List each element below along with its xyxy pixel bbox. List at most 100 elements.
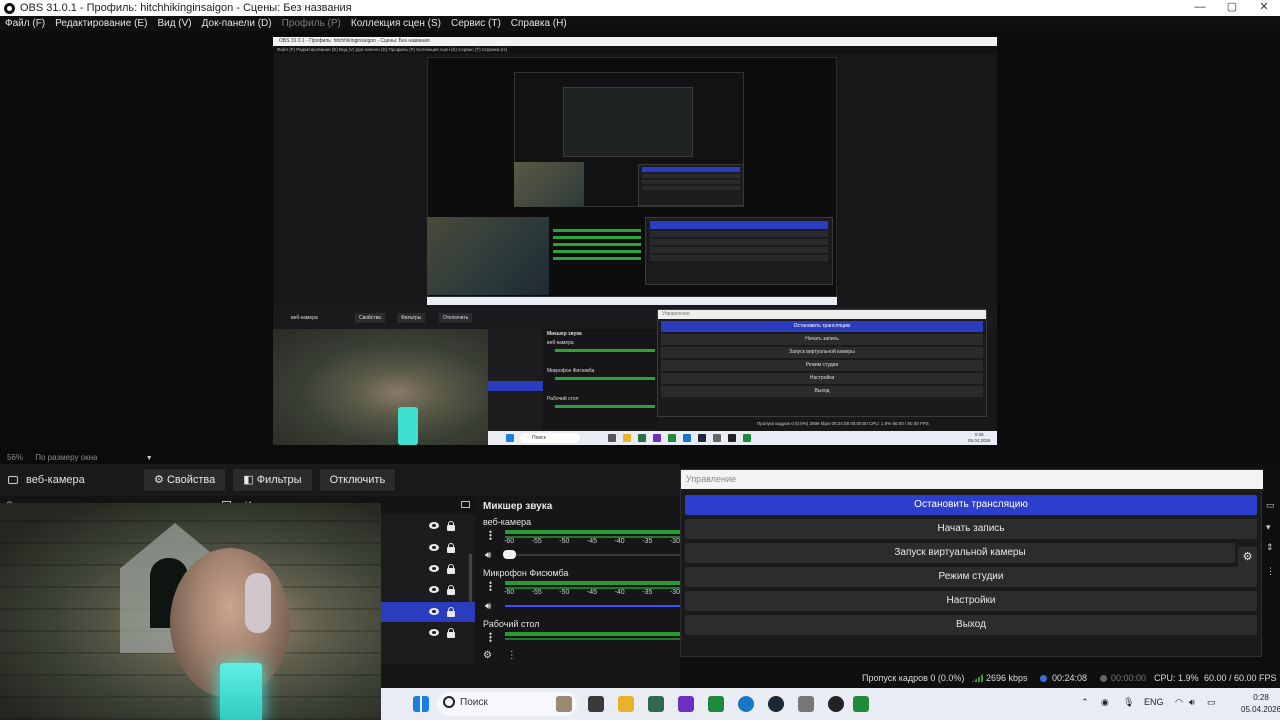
start-recording-button[interactable]: Начать запись: [685, 519, 1257, 539]
source-row[interactable]: [381, 516, 475, 536]
language-indicator[interactable]: ENG: [1144, 697, 1164, 707]
speaker-icon[interactable]: 🔊︎: [485, 601, 491, 612]
sources-list[interactable]: [381, 514, 475, 664]
cpu-usage: CPU: 1.9%: [1154, 673, 1199, 683]
close-button[interactable]: ✕: [1248, 0, 1280, 16]
xbox-icon[interactable]: [708, 696, 724, 712]
wifi-icon[interactable]: ◠: [1175, 697, 1183, 708]
app-icon-2[interactable]: [678, 696, 694, 712]
visibility-eye-icon[interactable]: [429, 608, 439, 615]
app-icon-3[interactable]: [798, 696, 814, 712]
sources-undock-icon[interactable]: [461, 501, 470, 508]
nested-filters: Фильтры: [397, 313, 426, 323]
file-explorer-icon[interactable]: [618, 696, 634, 712]
level-meter: [505, 581, 680, 585]
sources-scrollbar[interactable]: [469, 554, 472, 604]
undock-icon[interactable]: ▭: [1266, 500, 1275, 511]
zoom-percent[interactable]: 56%: [7, 453, 23, 462]
maximize-button[interactable]: ▢: [1216, 0, 1248, 16]
task-view-icon[interactable]: [588, 696, 604, 712]
lock-icon[interactable]: [447, 585, 455, 595]
meter-scale: -60 -55 -50 -45 -40 -35 -30: [504, 538, 680, 545]
virtual-camera-gear-icon[interactable]: ⚙: [1238, 547, 1257, 567]
scroll-arrows-icon[interactable]: ⇕: [1266, 542, 1274, 553]
menu-edit[interactable]: Редактирование (E): [55, 18, 147, 29]
lock-icon[interactable]: [447, 628, 455, 638]
windows-start-icon[interactable]: [413, 696, 429, 712]
volume-knob[interactable]: [503, 550, 516, 559]
stream-indicator-icon: [1040, 675, 1047, 682]
lock-icon[interactable]: [447, 543, 455, 553]
taskbar-clock[interactable]: 0:28 05.04.2026: [1241, 692, 1280, 716]
start-virtual-camera-button[interactable]: Запуск виртуальной камеры: [685, 543, 1235, 563]
visibility-eye-icon[interactable]: [429, 565, 439, 572]
visibility-eye-icon[interactable]: [429, 586, 439, 593]
speaker-icon[interactable]: 🔊︎: [485, 550, 491, 561]
nested-properties: Свойства: [355, 313, 385, 323]
nested-control-header: Управление: [658, 310, 986, 319]
microphone-icon[interactable]: 🎙︎: [1123, 697, 1134, 708]
channel-menu-icon[interactable]: [489, 530, 492, 540]
battery-icon[interactable]: ▭: [1207, 697, 1216, 708]
lock-icon[interactable]: [447, 521, 455, 531]
menu-profile[interactable]: Профиль (P): [282, 18, 341, 29]
tray-app-icon[interactable]: ◉: [1101, 697, 1109, 708]
controls-dock: Управление Остановить трансляцию Начать …: [680, 469, 1263, 657]
record-indicator-icon: [1100, 675, 1107, 682]
mixer-tools: ⚙ ⋮: [483, 650, 517, 661]
volume-slider[interactable]: [505, 554, 680, 556]
nested-control-small: [645, 217, 833, 285]
obs-taskbar-icon[interactable]: [828, 696, 844, 712]
menu-scene-collection[interactable]: Коллекция сцен (S): [351, 18, 441, 29]
lock-icon[interactable]: [447, 564, 455, 574]
filters-button[interactable]: ◧ Фильтры: [233, 469, 312, 491]
filter-icon: ◧: [243, 474, 254, 486]
zoom-mode[interactable]: По размеру окна: [35, 453, 97, 462]
edge-icon[interactable]: [738, 696, 754, 712]
volume-slider[interactable]: [505, 605, 680, 607]
volume-icon[interactable]: 🔊︎: [1189, 697, 1195, 708]
minimize-button[interactable]: —: [1184, 0, 1216, 16]
exit-button[interactable]: Выход: [685, 615, 1257, 635]
source-row[interactable]: [381, 559, 475, 579]
steam-icon[interactable]: [768, 696, 784, 712]
xbox-app-icon[interactable]: [853, 696, 869, 712]
tray-overflow-icon[interactable]: ⌃: [1081, 697, 1089, 708]
search-highlight-icon[interactable]: [556, 696, 572, 712]
source-row-selected[interactable]: [381, 602, 475, 622]
app-icon-1[interactable]: [648, 696, 664, 712]
menu-help[interactable]: Справка (H): [511, 18, 567, 29]
advanced-audio-gear-icon[interactable]: ⚙: [483, 650, 492, 661]
menu-file[interactable]: Файл (F): [5, 18, 45, 29]
stop-streaming-button[interactable]: Остановить трансляцию: [685, 495, 1257, 515]
mixer-channel-webcam: веб-камера -60 -55 -50 -45 -40 -35 -30 🔊︎: [475, 517, 680, 567]
source-row[interactable]: [381, 580, 475, 600]
channel-menu-icon[interactable]: [489, 581, 492, 591]
visibility-eye-icon[interactable]: [429, 629, 439, 636]
mixer-menu-icon[interactable]: ⋮: [507, 650, 517, 661]
nested-disable: Отключить: [439, 313, 473, 323]
source-row[interactable]: [381, 538, 475, 558]
dropdown-icon[interactable]: ▾: [1266, 522, 1271, 533]
studio-mode-button[interactable]: Режим студии: [685, 567, 1257, 587]
preview-canvas[interactable]: OBS 31.0.1 - Профиль: hitchhikinginsaigo…: [0, 31, 1280, 452]
visibility-eye-icon[interactable]: [429, 522, 439, 529]
menu-docks[interactable]: Док-панели (D): [202, 18, 272, 29]
channel-menu-icon[interactable]: [489, 632, 492, 642]
nested-mixer-title: Микшер звука: [547, 331, 582, 337]
disable-button[interactable]: Отключить: [319, 469, 396, 491]
zoom-dropdown-icon[interactable]: ▼: [146, 455, 153, 462]
menu-tools[interactable]: Сервис (T): [451, 18, 501, 29]
properties-button[interactable]: ⚙ Свойства: [144, 469, 226, 491]
source-toolbar: веб-камера ⚙ Свойства ◧ Фильтры Отключит…: [0, 464, 680, 496]
search-icon: [443, 696, 455, 708]
record-time: 00:00:00: [1111, 673, 1147, 683]
more-menu-icon[interactable]: ⋮: [1266, 566, 1275, 577]
visibility-eye-icon[interactable]: [429, 544, 439, 551]
source-row[interactable]: [381, 623, 475, 643]
meter-scale: -60 -55 -50 -45 -40 -35 -30: [504, 589, 680, 596]
menu-view[interactable]: Вид (V): [157, 18, 191, 29]
settings-button[interactable]: Настройки: [685, 591, 1257, 611]
clock-time: 0:28: [1253, 693, 1269, 702]
lock-icon[interactable]: [447, 607, 455, 617]
